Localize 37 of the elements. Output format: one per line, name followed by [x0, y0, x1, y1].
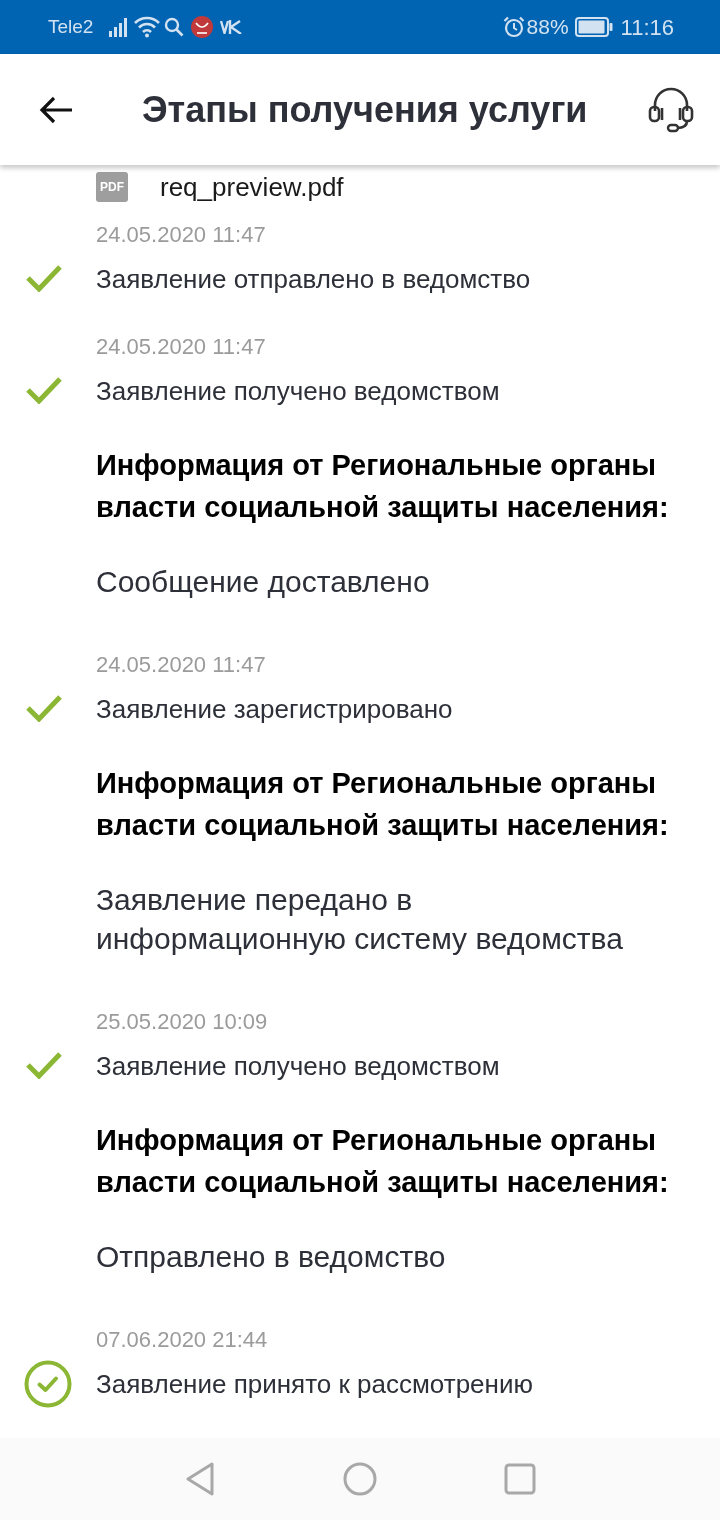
check-icon — [25, 376, 63, 404]
battery-icon — [574, 17, 613, 37]
circle-home-icon — [343, 1462, 377, 1496]
check-icon — [25, 264, 63, 292]
check-icon — [25, 1051, 63, 1079]
info-heading: Информация от Региональные органы власти социальной защиты населения: — [96, 448, 670, 525]
stage-date: 24.05.2020 11:47 — [95, 651, 267, 679]
info-heading: Информация от Региональные органы власти социальной защиты населения: — [96, 766, 670, 843]
alarm-icon — [502, 16, 525, 38]
clock-time: 11:16 — [620, 13, 674, 42]
info-message: Отправлено в ведомство — [96, 1239, 447, 1275]
stage-date: 24.05.2020 11:47 — [95, 221, 267, 249]
stage-date: 07.06.2020 21:44 — [95, 1326, 269, 1354]
search-icon — [164, 17, 185, 37]
stage-status: Заявление зарегистрировано — [96, 693, 454, 725]
triangle-back-icon — [185, 1462, 215, 1496]
pdf-file-icon: PDF — [96, 172, 128, 202]
square-recents-icon — [504, 1463, 536, 1495]
stage-status: Заявление отправлено в ведомство — [96, 263, 532, 295]
stage-status: Заявление принято к рассмотрению — [96, 1368, 534, 1400]
check-icon — [25, 694, 63, 722]
info-message: Заявление передано в информационную систему ведомства — [96, 882, 624, 957]
app-notification-icon — [191, 16, 214, 38]
file-name: req_preview.pdf — [160, 171, 344, 204]
carrier-name: Tele2 — [48, 14, 94, 39]
logo-icon — [220, 20, 243, 34]
stage-date: 24.05.2020 11:47 — [95, 333, 267, 361]
info-heading: Информация от Региональные органы власти социальной защиты населения: — [96, 1123, 670, 1200]
wifi-icon — [134, 16, 161, 38]
stage-date: 25.05.2020 10:09 — [95, 1008, 269, 1036]
battery-percent: 88% — [526, 14, 569, 41]
stage-status: Заявление получено ведомством — [96, 1050, 501, 1082]
back-arrow-icon — [39, 95, 73, 124]
info-message: Сообщение доставлено — [96, 564, 431, 600]
page-title: Этапы получения услуги — [142, 87, 588, 132]
circle-check-icon — [24, 1360, 72, 1408]
stage-status: Заявление получено ведомством — [96, 375, 501, 407]
